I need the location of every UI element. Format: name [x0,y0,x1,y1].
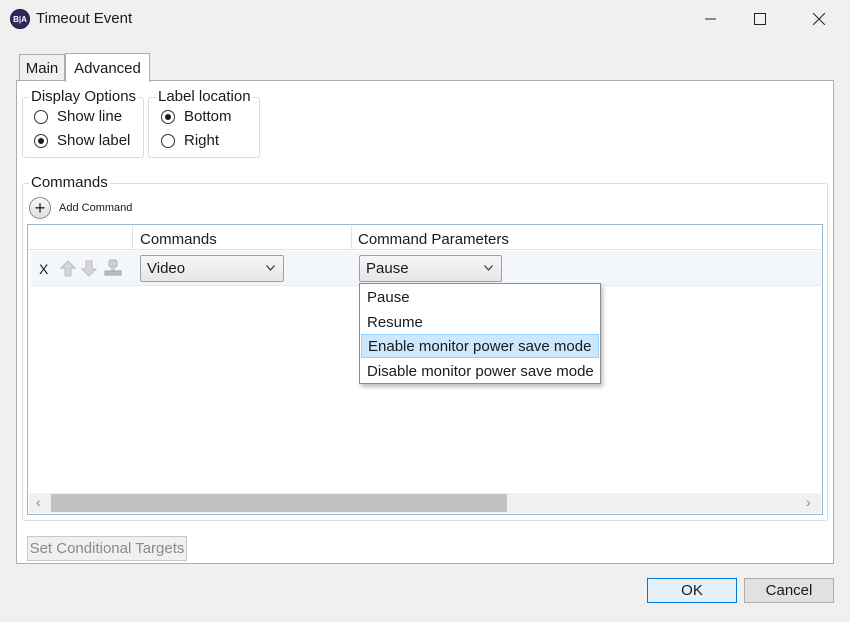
tab-main-label: Main [25,59,59,77]
right-label: Right [184,132,220,149]
chevron-down-icon [484,262,493,274]
dropdown-option-disable-power-save[interactable]: Disable monitor power save mode [361,359,599,383]
maximize-button[interactable] [737,0,783,38]
cancel-label: Cancel [765,582,813,599]
scrollbar-thumb[interactable] [51,494,507,512]
radio-unchecked-icon [34,109,48,124]
scroll-left-icon[interactable]: ‹ [36,494,41,510]
close-icon [813,13,825,25]
dropdown-option-enable-power-save[interactable]: Enable monitor power save mode [361,334,599,358]
display-options-title: Display Options [29,88,139,105]
show-line-label: Show line [57,108,123,125]
show-line-radio[interactable]: Show line [34,108,122,125]
bottom-radio[interactable]: Bottom [161,108,232,125]
add-command-label: Add Command [59,202,133,214]
show-label-radio[interactable]: Show label [34,132,130,149]
column-header-commands[interactable]: Commands [140,231,217,248]
ok-label: OK [681,582,703,599]
bottom-label: Bottom [184,108,232,125]
tab-main[interactable]: Main [19,54,65,81]
add-command-button[interactable]: + Add Command [29,197,132,219]
app-icon: B|A [10,9,30,29]
plus-icon: + [29,197,51,219]
command-select[interactable]: Video [140,255,284,282]
minimize-button[interactable] [688,0,734,38]
show-label-label: Show label [57,132,131,149]
commands-group-title: Commands [29,174,110,191]
scroll-right-icon[interactable]: › [806,494,811,510]
stamp-icon[interactable] [103,259,123,277]
tab-advanced[interactable]: Advanced [65,53,150,82]
ok-button[interactable]: OK [647,578,737,603]
set-conditional-targets-label: Set Conditional Targets [29,540,185,557]
radio-checked-icon [34,133,48,148]
dropdown-option-pause[interactable]: Pause [361,285,599,309]
window-title: Timeout Event [36,10,133,27]
set-conditional-targets-button[interactable]: Set Conditional Targets [27,536,187,561]
label-location-title: Label location [156,88,253,105]
command-select-value: Video [147,260,186,277]
delete-row-button[interactable]: X [39,261,48,277]
dropdown-option-resume[interactable]: Resume [361,310,599,334]
parameter-select-value: Pause [366,260,409,277]
minimize-icon [705,18,716,20]
column-separator [351,226,352,250]
column-separator [132,226,133,250]
parameter-dropdown: Pause Resume Enable monitor power save m… [359,283,601,384]
radio-unchecked-icon [161,133,175,148]
parameter-select[interactable]: Pause [359,255,502,282]
radio-checked-icon [161,109,175,124]
cancel-button[interactable]: Cancel [744,578,834,603]
move-down-icon[interactable] [81,260,97,277]
move-up-icon[interactable] [60,260,76,277]
chevron-down-icon [266,262,275,274]
maximize-icon [754,13,766,25]
column-header-parameters[interactable]: Command Parameters [358,231,509,248]
close-button[interactable] [796,0,842,38]
tab-advanced-label: Advanced [74,59,141,77]
right-radio[interactable]: Right [161,132,219,149]
